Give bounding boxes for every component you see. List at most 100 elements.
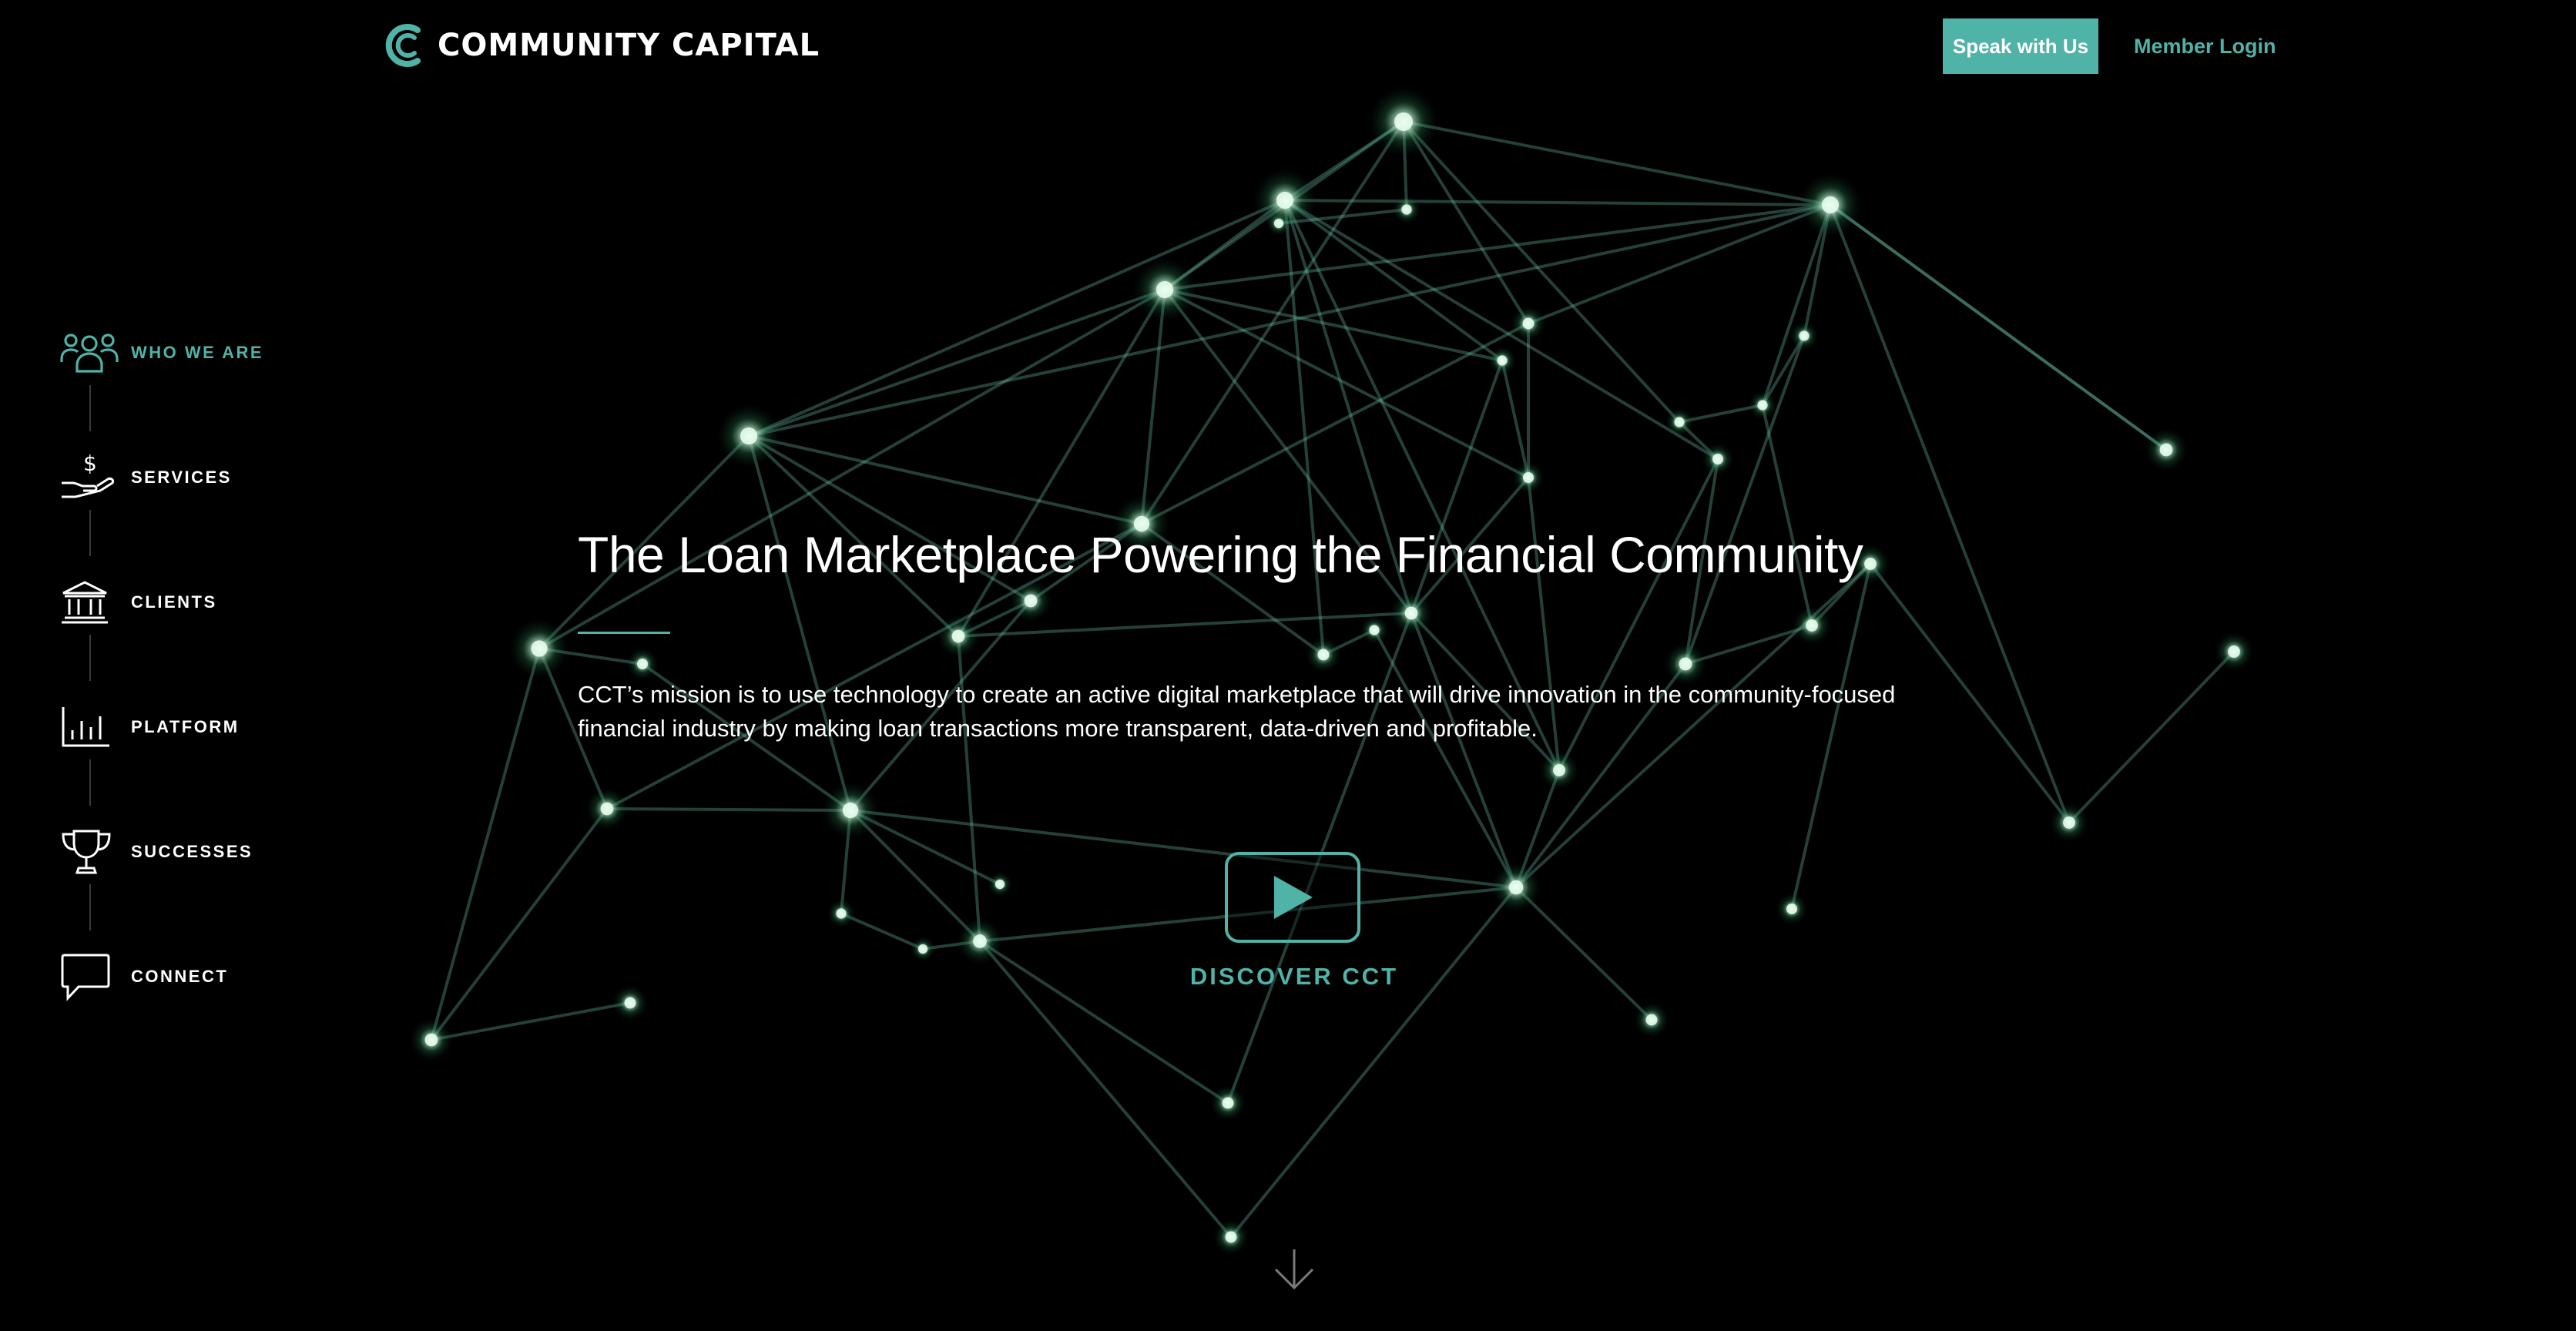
network-node: [951, 629, 965, 643]
play-video-button[interactable]: [1225, 852, 1360, 943]
nav-label-successes: SUCCESSES: [131, 842, 253, 861]
network-node: [1806, 619, 1818, 632]
network-node: [1394, 112, 1413, 131]
network-node: [1508, 880, 1524, 895]
network-edge: [1141, 322, 1529, 525]
nav-label-who-we-are: WHO WE ARE: [131, 343, 264, 362]
network-node: [1757, 400, 1768, 411]
nav-item-who-we-are[interactable]: WHO WE ARE: [60, 322, 263, 384]
network-edge: [430, 648, 541, 1041]
network-edge: [1164, 288, 1529, 479]
network-background: [410, 86, 2254, 1255]
hero-title: The Loan Marketplace Powering the Financ…: [578, 526, 1863, 583]
network-node: [1156, 280, 1174, 299]
nav-label-connect: CONNECT: [131, 967, 229, 986]
logo-c-icon: [385, 24, 421, 67]
hero-divider: [578, 632, 670, 634]
network-node: [1522, 471, 1535, 484]
network-node: [1369, 625, 1380, 635]
network-edge: [1410, 612, 1518, 888]
network-edge: [1684, 335, 1806, 665]
network-node: [1404, 606, 1418, 620]
network-edge: [606, 807, 851, 812]
network-node: [836, 908, 847, 919]
people-icon: [60, 322, 120, 384]
network-node: [2063, 816, 2075, 829]
network-edge: [431, 1001, 631, 1041]
network-node: [1679, 657, 1692, 671]
dollar-hand-icon: $: [60, 447, 120, 508]
network-node: [842, 802, 859, 819]
network-edge: [1829, 203, 2168, 451]
network-edge: [430, 807, 609, 1041]
scroll-down-arrow-icon[interactable]: [1271, 1246, 1317, 1292]
network-node: [1553, 764, 1565, 776]
network-node: [1273, 218, 1284, 229]
svg-text:$: $: [83, 452, 97, 476]
nav-label-platform: PLATFORM: [131, 717, 240, 736]
network-node: [424, 1033, 438, 1047]
network-node: [624, 997, 636, 1009]
network-edge: [1761, 404, 1813, 626]
hero-description: CCT’s mission is to use technology to cr…: [578, 681, 1896, 742]
play-icon: [1274, 876, 1313, 919]
network-node: [1786, 903, 1798, 915]
network-node: [1674, 417, 1685, 427]
network-node: [1401, 204, 1412, 215]
network-edge: [748, 434, 1142, 525]
nav-connector-line: [89, 635, 91, 681]
logo[interactable]: COMMUNITY CAPITAL: [384, 20, 820, 71]
network-node: [1799, 330, 1810, 341]
network-node: [531, 640, 548, 657]
network-node: [1821, 196, 1840, 214]
network-node: [1497, 355, 1508, 366]
network-node: [1317, 649, 1330, 661]
network-node: [1222, 1097, 1234, 1109]
member-login-link[interactable]: Member Login: [2134, 18, 2276, 74]
network-edge: [957, 288, 1166, 638]
nav-label-services: SERVICES: [131, 468, 232, 487]
network-node: [995, 879, 1005, 890]
nav-item-connect[interactable]: CONNECT: [60, 946, 228, 1007]
network-edge: [1514, 886, 1653, 1021]
bar-chart-icon: [60, 696, 120, 758]
network-edge: [1284, 199, 1831, 206]
network-edge: [1501, 360, 1530, 478]
nav-item-successes[interactable]: SUCCESSES: [60, 821, 253, 883]
page: COMMUNITY CAPITAL Speak with Us Member L…: [0, 0, 2576, 1331]
network-node: [636, 658, 649, 670]
nav-connector-line: [89, 510, 91, 556]
nav-connector-line: [89, 385, 91, 431]
trophy-icon: [60, 821, 120, 883]
nav-connector-line: [89, 884, 91, 930]
discover-cct-link[interactable]: DISCOVER CCT: [1140, 963, 1448, 991]
network-node: [1522, 317, 1535, 330]
network-node: [2228, 645, 2240, 658]
nav-item-services[interactable]: $ SERVICES: [60, 447, 232, 508]
network-edge: [538, 288, 1166, 650]
network-node: [1864, 558, 1877, 570]
network-edge: [747, 435, 852, 811]
network-node: [1024, 594, 1038, 608]
network-node: [600, 802, 614, 816]
nav-item-clients[interactable]: CLIENTS: [60, 572, 217, 633]
network-node: [1276, 191, 1294, 210]
network-node: [2159, 443, 2173, 457]
network-node: [740, 427, 758, 445]
nav-label-clients: CLIENTS: [131, 592, 217, 612]
speak-with-us-button[interactable]: Speak with Us: [1943, 18, 2098, 74]
network-edge: [1373, 629, 1518, 888]
network-edge: [748, 288, 1166, 438]
network-node: [1645, 1014, 1658, 1026]
nav-item-platform[interactable]: PLATFORM: [60, 696, 240, 758]
brand-name: COMMUNITY CAPITAL: [438, 28, 820, 63]
network-node: [1712, 453, 1724, 465]
network-node: [973, 934, 987, 948]
bank-icon: [60, 572, 120, 633]
network-edge: [850, 809, 1517, 889]
speech-bubble-icon: [60, 946, 120, 1007]
nav-connector-line: [89, 759, 91, 806]
network-node: [1225, 1231, 1237, 1243]
network-edge: [2068, 650, 2236, 824]
network-node: [917, 944, 928, 954]
